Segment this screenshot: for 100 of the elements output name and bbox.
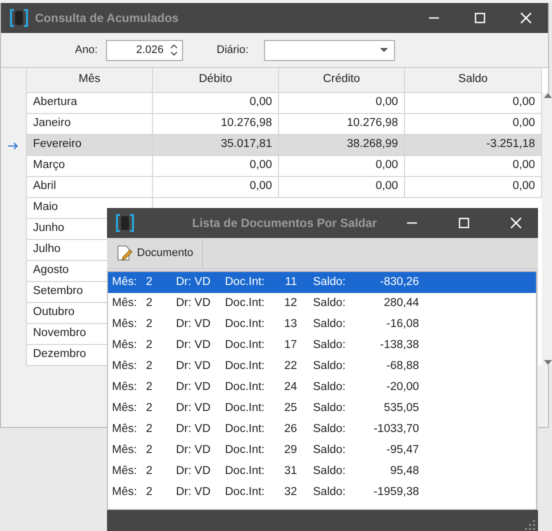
spin-arrows-icon <box>170 43 178 57</box>
list-text: -95,47 <box>385 442 419 458</box>
list-text: -20,00 <box>385 380 419 395</box>
list-text: 31 <box>283 464 297 479</box>
close-button[interactable] <box>508 215 524 231</box>
list-text: 29 <box>283 442 297 458</box>
list-text: Saldo: <box>313 358 347 374</box>
list-text: Mês: <box>112 484 138 500</box>
list-item[interactable]: Mês: 2 Dr: VD Doc.Int: 25 Saldo: 535,05 <box>108 398 536 419</box>
list-text: 2 <box>146 464 154 479</box>
list-text: Doc.Int: <box>225 400 266 416</box>
list-text: Dr: VD <box>176 464 212 479</box>
list-text: 25 <box>283 400 297 416</box>
list-text: Dr: VD <box>176 442 212 458</box>
list-text: 280,44 <box>382 296 419 311</box>
list-text: Dr: VD <box>176 400 212 416</box>
list-text: Saldo: <box>313 442 347 458</box>
list-text: Doc.Int: <box>225 442 266 458</box>
caret-icon <box>380 48 388 52</box>
list-text: Saldo: <box>313 296 347 311</box>
list-text: -68,88 <box>385 358 419 374</box>
table-cell: 0,00 <box>153 156 279 177</box>
list-text: Doc.Int: <box>225 380 266 395</box>
list-text: 26 <box>283 422 297 437</box>
maximize-button[interactable] <box>472 10 488 26</box>
list-text: Dr: VD <box>176 316 212 332</box>
list-item[interactable]: Mês: 2 Dr: VD Doc.Int: 24 Saldo: -20,00 <box>108 377 536 398</box>
app-logo-icon <box>9 8 29 28</box>
list-text: -138,38 <box>378 338 419 353</box>
list-text: Doc.Int: <box>225 358 266 374</box>
field-label: Ano: <box>75 42 98 58</box>
year-spin-field[interactable]: 2.026 <box>106 40 183 60</box>
list-text: Doc.Int: <box>225 316 266 332</box>
table-cell: Abertura <box>27 93 153 114</box>
list-text: Doc.Int: <box>225 464 266 479</box>
list-text: Mês: <box>112 442 138 458</box>
list-text: -830,26 <box>378 274 419 290</box>
list-text: Saldo: <box>313 464 347 479</box>
list-item[interactable]: Mês: 2 Dr: VD Doc.Int: 26 Saldo: -1033,70 <box>108 419 536 440</box>
list-text: Doc.Int: <box>225 296 266 311</box>
list-item[interactable]: Mês: 2 Dr: VD Doc.Int: 31 Saldo: 95,48 <box>108 461 536 482</box>
window-title: Lista de Documentos Por Saldar <box>192 215 377 232</box>
table-cell: 38.268,99 <box>279 135 405 156</box>
scroll-up-icon[interactable] <box>544 93 552 98</box>
list-text: 2 <box>146 380 154 395</box>
close-button[interactable] <box>518 10 534 26</box>
list-text: Dr: VD <box>176 380 212 395</box>
list-text: Mês: <box>112 464 138 479</box>
list-item[interactable]: Mês: 2 Dr: VD Doc.Int: 29 Saldo: -95,47 <box>108 440 536 461</box>
table-cell: Abril <box>27 177 153 198</box>
list-text: Dr: VD <box>176 422 212 437</box>
list-text: 22 <box>283 358 297 374</box>
list-text: -1033,70 <box>372 422 419 437</box>
table-cell: 0,00 <box>279 156 405 177</box>
list-text: Saldo: <box>313 484 347 500</box>
list-item[interactable]: Mês: 2 Dr: VD Doc.Int: 32 Saldo: -1959,38 <box>108 482 536 503</box>
table-cell: Fevereiro <box>27 135 153 156</box>
edit-document-icon <box>116 244 133 262</box>
list-text: Dr: VD <box>176 484 212 500</box>
list-text: Mês: <box>112 422 138 437</box>
table-cell: 0,00 <box>153 177 279 198</box>
maximize-button[interactable] <box>456 215 472 231</box>
list-text: 2 <box>146 400 154 416</box>
list-text: Saldo: <box>313 338 347 353</box>
column-header[interactable]: Crédito <box>279 68 405 93</box>
table-cell: 35.017,81 <box>153 135 279 156</box>
list-text: Dr: VD <box>176 274 212 290</box>
list-text: 2 <box>146 422 154 437</box>
list-text: 24 <box>283 380 297 395</box>
scroll-down-icon[interactable] <box>544 360 552 365</box>
list-text: Saldo: <box>313 422 347 437</box>
window-title: Consulta de Acumulados <box>35 10 180 27</box>
list-text: Mês: <box>112 400 138 416</box>
column-header[interactable]: Saldo <box>405 68 542 93</box>
list-text: 2 <box>146 442 154 458</box>
list-text: 2 <box>146 484 154 500</box>
list-text: 13 <box>283 316 297 332</box>
resize-grip-icon[interactable] <box>525 520 535 530</box>
field-value: 2.026 <box>136 42 164 58</box>
list-text: Saldo: <box>313 380 347 395</box>
column-header[interactable]: Mês <box>27 68 153 93</box>
column-header[interactable]: Débito <box>153 68 279 93</box>
list-text: Doc.Int: <box>225 422 266 437</box>
list-text: Saldo: <box>313 316 347 332</box>
table-cell: Março <box>27 156 153 177</box>
list-text: -1959,38 <box>372 484 419 500</box>
list-text: Dr: VD <box>176 296 212 311</box>
list-text: 11 <box>284 274 297 290</box>
list-item[interactable]: Mês: 2 Dr: VD Doc.Int: 11 Saldo: -830,26 <box>108 272 536 293</box>
list-text: Saldo: <box>313 274 347 290</box>
list-text: Mês: <box>112 380 138 395</box>
list-text: Doc.Int: <box>225 338 266 353</box>
app-logo-icon <box>115 213 135 233</box>
list-text: Dr: VD <box>176 338 212 353</box>
list-text: 17 <box>283 338 297 353</box>
table-cell: -3.251,18 <box>405 135 542 156</box>
list-text: 535,05 <box>382 400 419 416</box>
table-cell: 0,00 <box>279 177 405 198</box>
list-text: 32 <box>283 484 297 500</box>
field-label: Diário: <box>216 42 248 58</box>
